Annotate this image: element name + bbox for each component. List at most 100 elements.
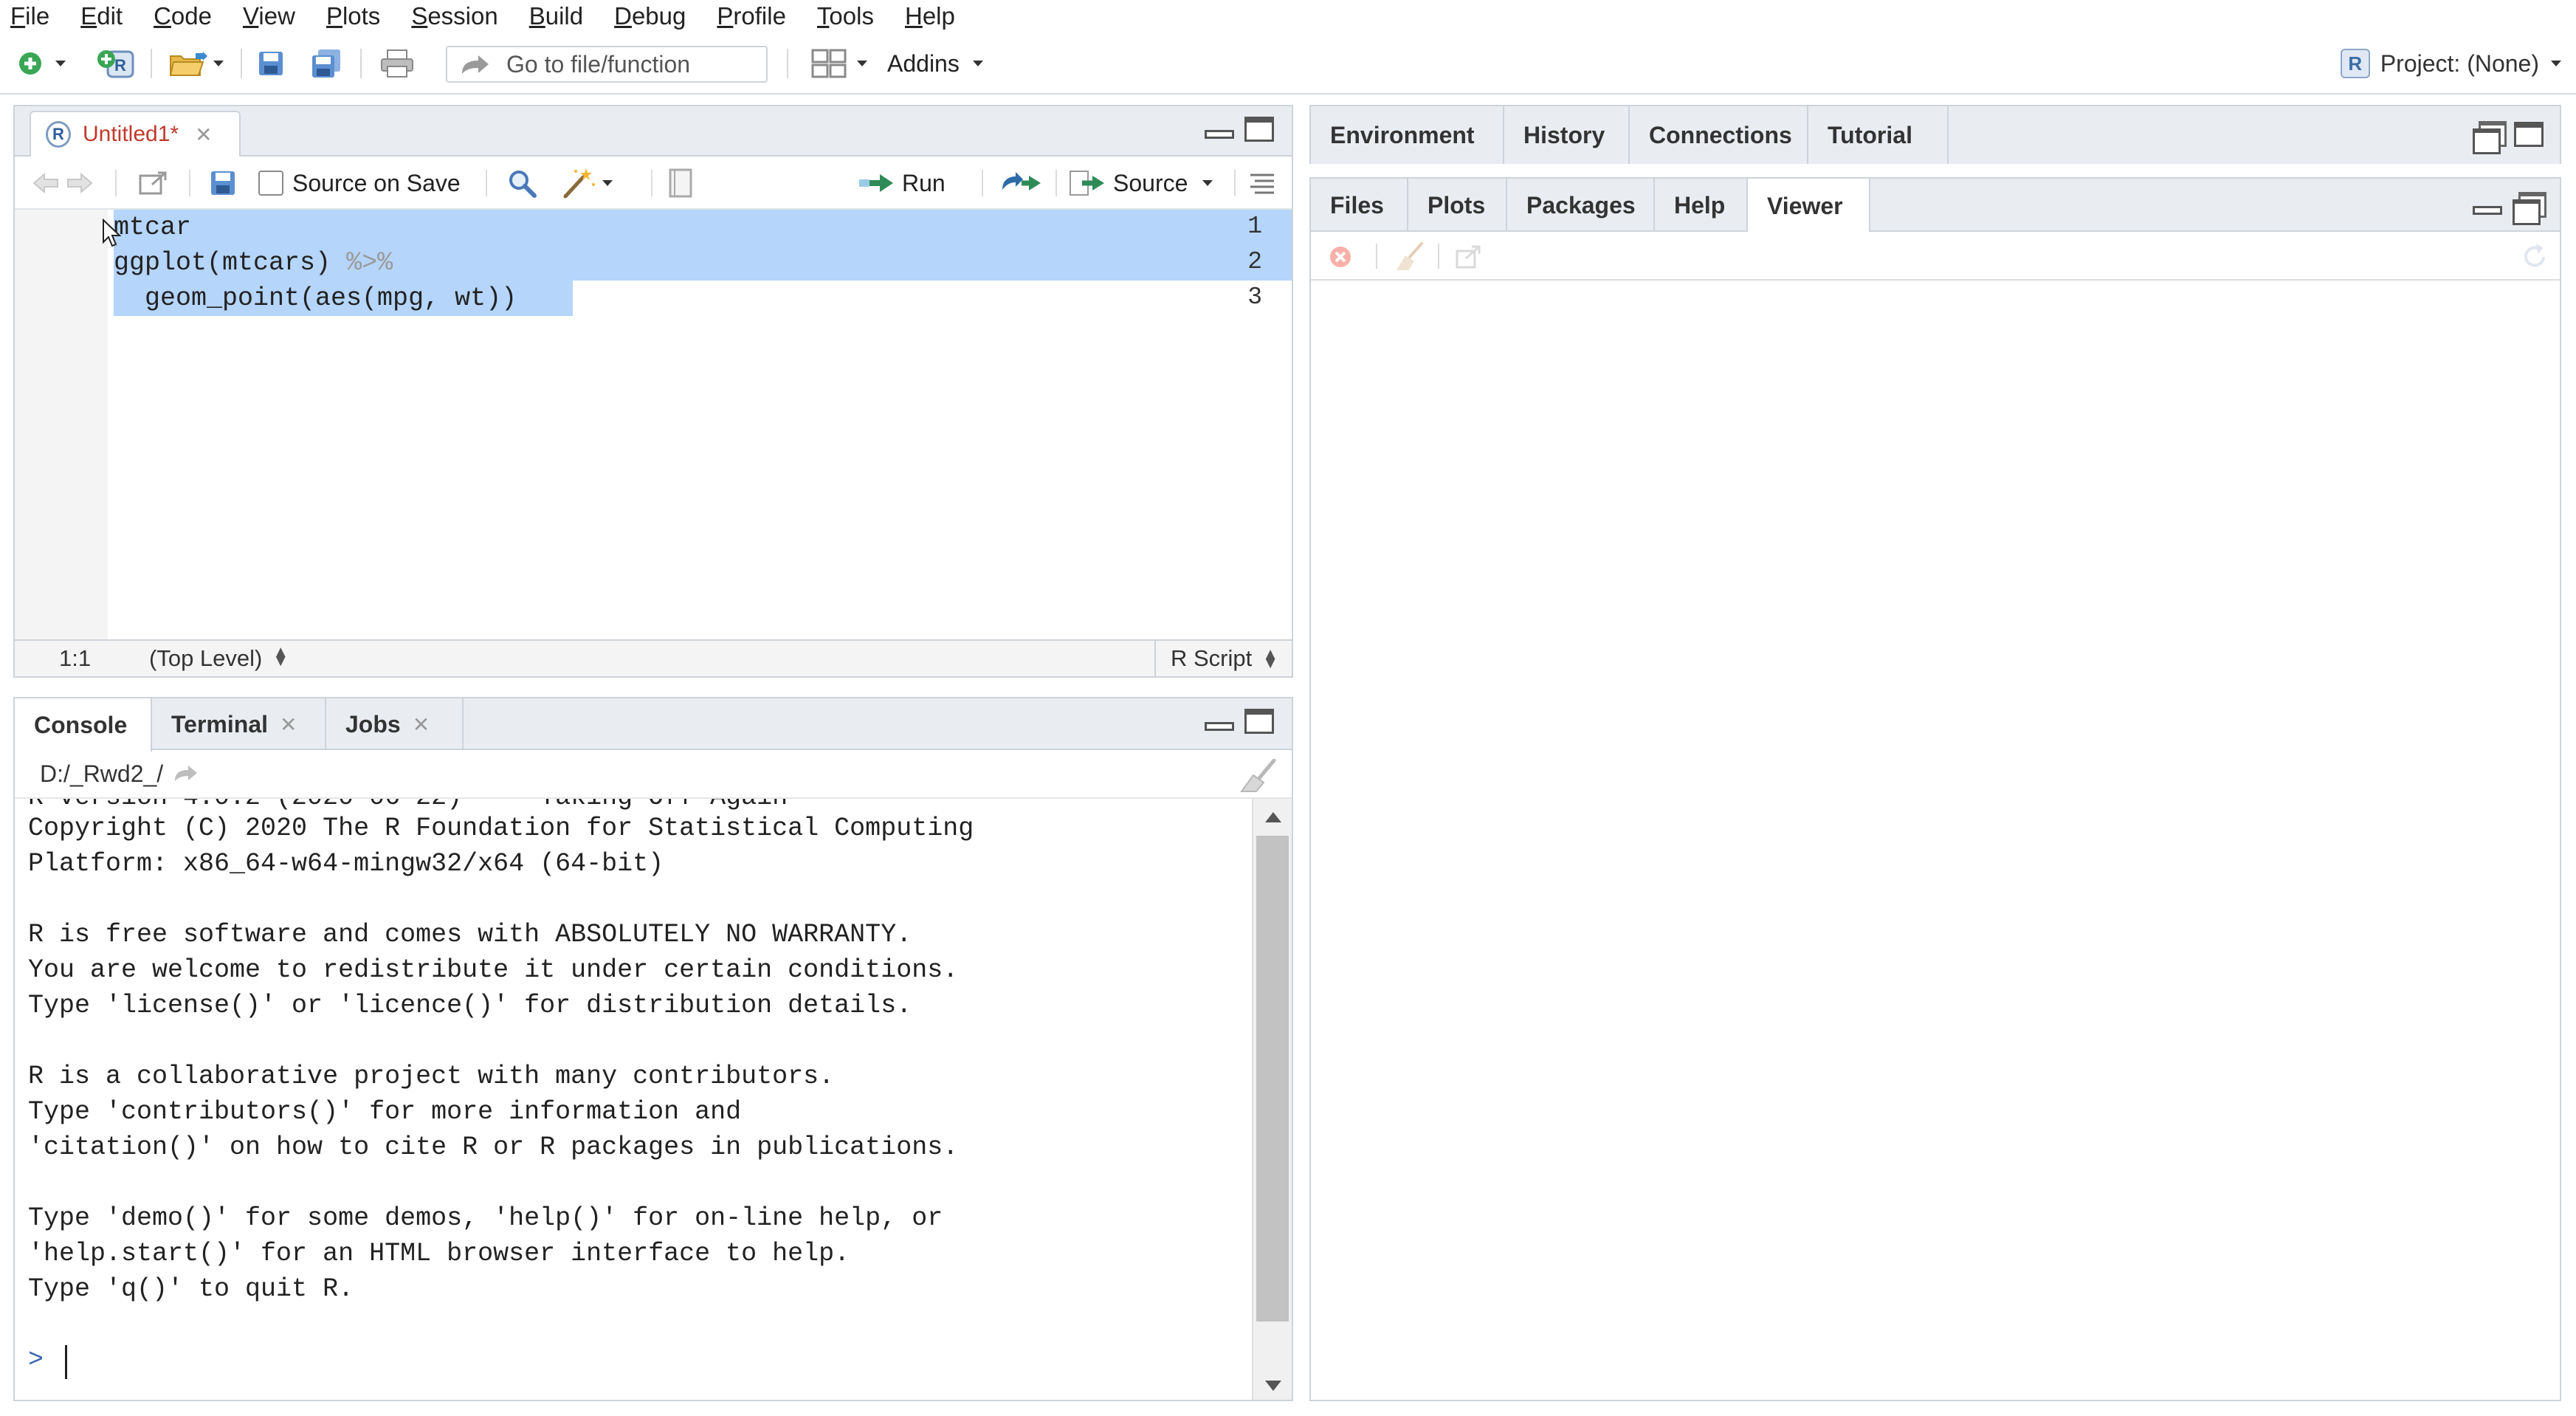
tab-console[interactable]: Console	[15, 698, 152, 752]
restore-pane-button[interactable]	[2473, 121, 2507, 154]
source-on-save-checkbox[interactable]: Source on Save	[258, 167, 461, 199]
minimize-pane-button[interactable]	[1205, 722, 1234, 731]
chevron-down-icon	[857, 61, 867, 66]
restore-pane-button[interactable]	[2513, 192, 2546, 225]
selection-highlight	[114, 210, 1292, 245]
scroll-up-icon[interactable]	[1265, 812, 1281, 822]
menu-debug[interactable]: Debug	[614, 2, 686, 30]
menu-edit[interactable]: Edit	[80, 2, 123, 30]
document-outline-button[interactable]	[1247, 167, 1277, 199]
maximize-pane-button[interactable]	[2514, 122, 2544, 147]
tab-untitled1[interactable]: R Untitled1* ✕	[30, 111, 241, 157]
print-icon	[381, 49, 413, 78]
menu-file[interactable]: File	[10, 2, 49, 30]
find-replace-button[interactable]	[506, 167, 537, 199]
refresh-icon[interactable]	[2520, 242, 2549, 272]
chevron-down-icon	[2551, 61, 2561, 66]
scope-selector[interactable]: (Top Level) ▲ ▼	[149, 644, 289, 672]
clear-console-icon[interactable]	[1240, 759, 1278, 793]
back-button[interactable]	[31, 167, 61, 199]
toolbar-separator	[1438, 244, 1439, 269]
workspace-panes-button[interactable]	[805, 47, 874, 80]
minimize-pane-button[interactable]	[1205, 130, 1234, 139]
checkbox-box	[258, 171, 283, 196]
menu-tools[interactable]: Tools	[817, 2, 874, 30]
open-file-button[interactable]	[161, 47, 230, 80]
rerun-button[interactable]	[999, 167, 1042, 199]
new-project-icon: R	[97, 50, 134, 78]
menu-profile[interactable]: Profile	[717, 2, 786, 30]
project-menu[interactable]: R Project: (None)	[2340, 47, 2561, 80]
console-line: 'help.start()' for an HTML browser inter…	[28, 1239, 850, 1268]
broom-icon[interactable]	[1395, 242, 1425, 272]
menu-help[interactable]: Help	[905, 2, 955, 30]
save-icon	[211, 171, 235, 195]
run-label: Run	[902, 169, 946, 196]
console-line: 'citation()' on how to cite R or R packa…	[28, 1133, 959, 1162]
code-line: geom_point(aes(mpg, wt))	[114, 281, 517, 316]
menu-plots[interactable]: Plots	[326, 2, 380, 30]
viewer-toolbar	[1311, 232, 2560, 281]
save-all-button[interactable]	[306, 47, 347, 80]
tab-jobs[interactable]: Jobs ✕	[326, 698, 464, 750]
maximize-pane-button[interactable]	[1244, 117, 1274, 142]
file-type-selector[interactable]: R Script ▲ ▼	[1154, 641, 1278, 676]
print-button[interactable]	[376, 47, 418, 80]
run-button[interactable]: Run	[858, 167, 946, 199]
popout-icon[interactable]	[1454, 242, 1484, 272]
tab-tutorial[interactable]: Tutorial	[1808, 106, 1949, 164]
tab-files[interactable]: Files	[1311, 179, 1408, 232]
tab-connections[interactable]: Connections	[1630, 106, 1808, 164]
toolbar-separator	[1234, 170, 1236, 196]
console-line: R is free software and comes with ABSOLU…	[28, 920, 912, 949]
text-cursor	[65, 1345, 67, 1379]
show-in-window-button[interactable]	[139, 167, 170, 199]
console-line: Type 'q()' to quit R.	[28, 1274, 354, 1304]
goto-file-function-input[interactable]: Go to file/function	[446, 46, 768, 83]
menu-view[interactable]: View	[243, 2, 295, 30]
close-icon[interactable]: ✕	[280, 712, 297, 737]
forward-button[interactable]	[65, 167, 94, 199]
go-to-directory-icon[interactable]	[173, 765, 199, 783]
new-file-button[interactable]	[6, 47, 77, 80]
project-label: Project: (None)	[2380, 49, 2539, 77]
scroll-down-icon[interactable]	[1265, 1381, 1281, 1391]
save-button[interactable]	[252, 47, 289, 80]
tab-viewer[interactable]: Viewer	[1748, 179, 1870, 233]
close-icon[interactable]: ✕	[195, 123, 212, 147]
tab-environment[interactable]: Environment	[1311, 106, 1504, 164]
menu-build[interactable]: Build	[529, 2, 583, 30]
clear-viewer-icon[interactable]	[1326, 242, 1355, 272]
file-type-label: R Script	[1170, 645, 1253, 671]
viewer-pane: Files Plots Packages Help Viewer	[1309, 177, 2561, 1401]
tab-packages[interactable]: Packages	[1507, 179, 1655, 232]
console-scrollbar[interactable]	[1252, 799, 1292, 1400]
close-icon[interactable]: ✕	[413, 712, 430, 737]
code-editor[interactable]: 1 2 3 mtcar ggplot(mtcars) %>% geom_poin…	[15, 210, 1292, 641]
scrollbar-thumb[interactable]	[1256, 836, 1289, 1322]
menu-code[interactable]: Code	[154, 2, 212, 30]
new-project-button[interactable]: R	[94, 47, 139, 80]
menu-bar: File Edit Code View Plots Session Build …	[0, 0, 2576, 32]
toolbar-separator	[651, 170, 652, 196]
compile-report-button[interactable]	[667, 167, 694, 199]
minimize-pane-button[interactable]	[2473, 206, 2502, 215]
viewer-content	[1311, 281, 2560, 1400]
source-button[interactable]: Source	[1069, 167, 1213, 199]
code-tools-button[interactable]	[561, 167, 613, 199]
toolbar-separator	[787, 49, 788, 78]
console-line: Type 'contributors()' for more informati…	[28, 1097, 742, 1127]
tab-label: Console	[34, 711, 128, 738]
tab-plots[interactable]: Plots	[1408, 179, 1507, 232]
menu-session[interactable]: Session	[411, 2, 497, 30]
addins-menu[interactable]: Addins	[887, 47, 983, 80]
maximize-pane-button[interactable]	[1244, 709, 1274, 734]
tab-help[interactable]: Help	[1655, 179, 1748, 232]
save-file-button[interactable]	[208, 167, 238, 199]
tab-history[interactable]: History	[1504, 106, 1630, 164]
console-output[interactable]: R version 4.0.2 (2020-06-22) -- "Taking …	[15, 799, 1252, 1400]
source-on-save-label: Source on Save	[292, 169, 461, 196]
code-text: geom_point(aes(mpg, wt))	[114, 283, 517, 313]
working-directory-path: D:/_Rwd2_/	[40, 760, 164, 787]
tab-terminal[interactable]: Terminal ✕	[152, 698, 326, 750]
